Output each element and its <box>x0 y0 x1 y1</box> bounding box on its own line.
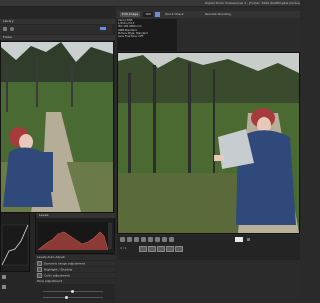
filmstrip-thumb[interactable] <box>139 246 147 252</box>
search-icon[interactable] <box>148 237 153 242</box>
filmstrip-thumb[interactable] <box>148 246 156 252</box>
filmstrip-thumb[interactable] <box>157 246 165 252</box>
histogram <box>38 222 108 250</box>
play-icon[interactable] <box>141 237 146 242</box>
highlight-shadow-row[interactable]: Highlight / Shadow <box>35 267 115 272</box>
expand-button[interactable] <box>100 27 106 30</box>
window-title: Digital Photo Professional 4 - [Folder: … <box>205 1 300 5</box>
viewer-toolbar: Edit image 100 Quick Check Remote Shooti… <box>117 11 300 18</box>
image-thumbnail[interactable] <box>0 41 114 213</box>
levels-auto-row[interactable]: Levels Auto Adjust <box>35 255 115 260</box>
forward-icon[interactable] <box>127 237 132 242</box>
edit-image-button[interactable]: Edit image <box>120 12 140 17</box>
dynamic-range-checkbox[interactable] <box>37 261 42 266</box>
selected-thumb-indicator[interactable] <box>235 237 243 242</box>
library-header: Library <box>0 19 115 24</box>
color-adjust-row[interactable]: Color adjustment <box>35 273 115 278</box>
grid-icon[interactable] <box>3 27 7 31</box>
exif-info-overlay: Canon EOS 1/250 s f/4.5 ISO 100 4000 mm … <box>117 19 177 51</box>
chevron-down-icon[interactable] <box>2 285 6 289</box>
adjust-slider-knob[interactable] <box>71 290 74 293</box>
grid-icon[interactable] <box>134 237 139 242</box>
fit-icon[interactable] <box>155 237 160 242</box>
thumbnail-photo <box>1 42 113 212</box>
filmstrip-thumb[interactable] <box>175 246 183 252</box>
dynamic-range-label: Dynamic range adjustment <box>44 261 85 266</box>
tone-curve-panel[interactable] <box>0 212 30 272</box>
dynamic-range-row[interactable]: Dynamic range adjustment <box>35 261 115 266</box>
title-bar: Digital Photo Professional 4 - [Folder: … <box>0 0 300 7</box>
exif-line: Lens Fine-Tune: OFF <box>118 34 144 38</box>
tone-curve-graph[interactable] <box>1 213 29 271</box>
levels-auto-label: Levels Auto Adjust <box>37 255 65 259</box>
main-image-viewer[interactable] <box>117 52 300 234</box>
viewer-panel: Edit image 100 Quick Check Remote Shooti… <box>117 7 300 300</box>
folder-header: Folder <box>0 35 115 40</box>
color-adjust-checkbox[interactable] <box>37 273 42 278</box>
remote-shooting-tab[interactable]: Remote Shooting <box>205 11 231 18</box>
adjustment-list: Levels Auto Adjust Dynamic range adjustm… <box>35 255 115 303</box>
search-icon[interactable] <box>10 27 14 31</box>
histogram-icon[interactable] <box>162 237 167 242</box>
zoom-input[interactable]: 100 <box>143 12 153 17</box>
histogram-scrollbar[interactable] <box>108 223 112 249</box>
thumb-strip-icon[interactable] <box>247 238 250 241</box>
fit-icon[interactable] <box>155 12 160 17</box>
adjust-slider-track-2[interactable] <box>43 297 103 298</box>
levels-header: Levels <box>36 213 115 218</box>
tone-adjust-label: Tone adjustment <box>37 279 62 283</box>
color-adjust-label: Color adjustment <box>44 273 70 278</box>
histogram-icon[interactable] <box>2 275 6 279</box>
highlight-shadow-label: Highlight / Shadow <box>44 267 73 272</box>
left-tools-row <box>0 25 112 34</box>
highlight-shadow-checkbox[interactable] <box>37 267 42 272</box>
tone-adjust-row[interactable]: Tone adjustment <box>35 279 115 284</box>
main-photo <box>118 53 299 233</box>
page-indicator: 1 / 1 <box>120 246 127 250</box>
adjust-slider-knob-2[interactable] <box>65 296 68 299</box>
quick-check-tab[interactable]: Quick Check <box>165 11 184 18</box>
back-icon[interactable] <box>120 237 125 242</box>
filmstrip-thumb[interactable] <box>166 246 174 252</box>
chevron-down-icon[interactable] <box>169 237 174 242</box>
levels-panel: Levels <box>35 212 115 254</box>
viewer-bottom-bar: 1 / 1 <box>117 235 300 260</box>
left-panel: Library Folder Levels Levels Auto Adjust… <box>0 7 115 300</box>
